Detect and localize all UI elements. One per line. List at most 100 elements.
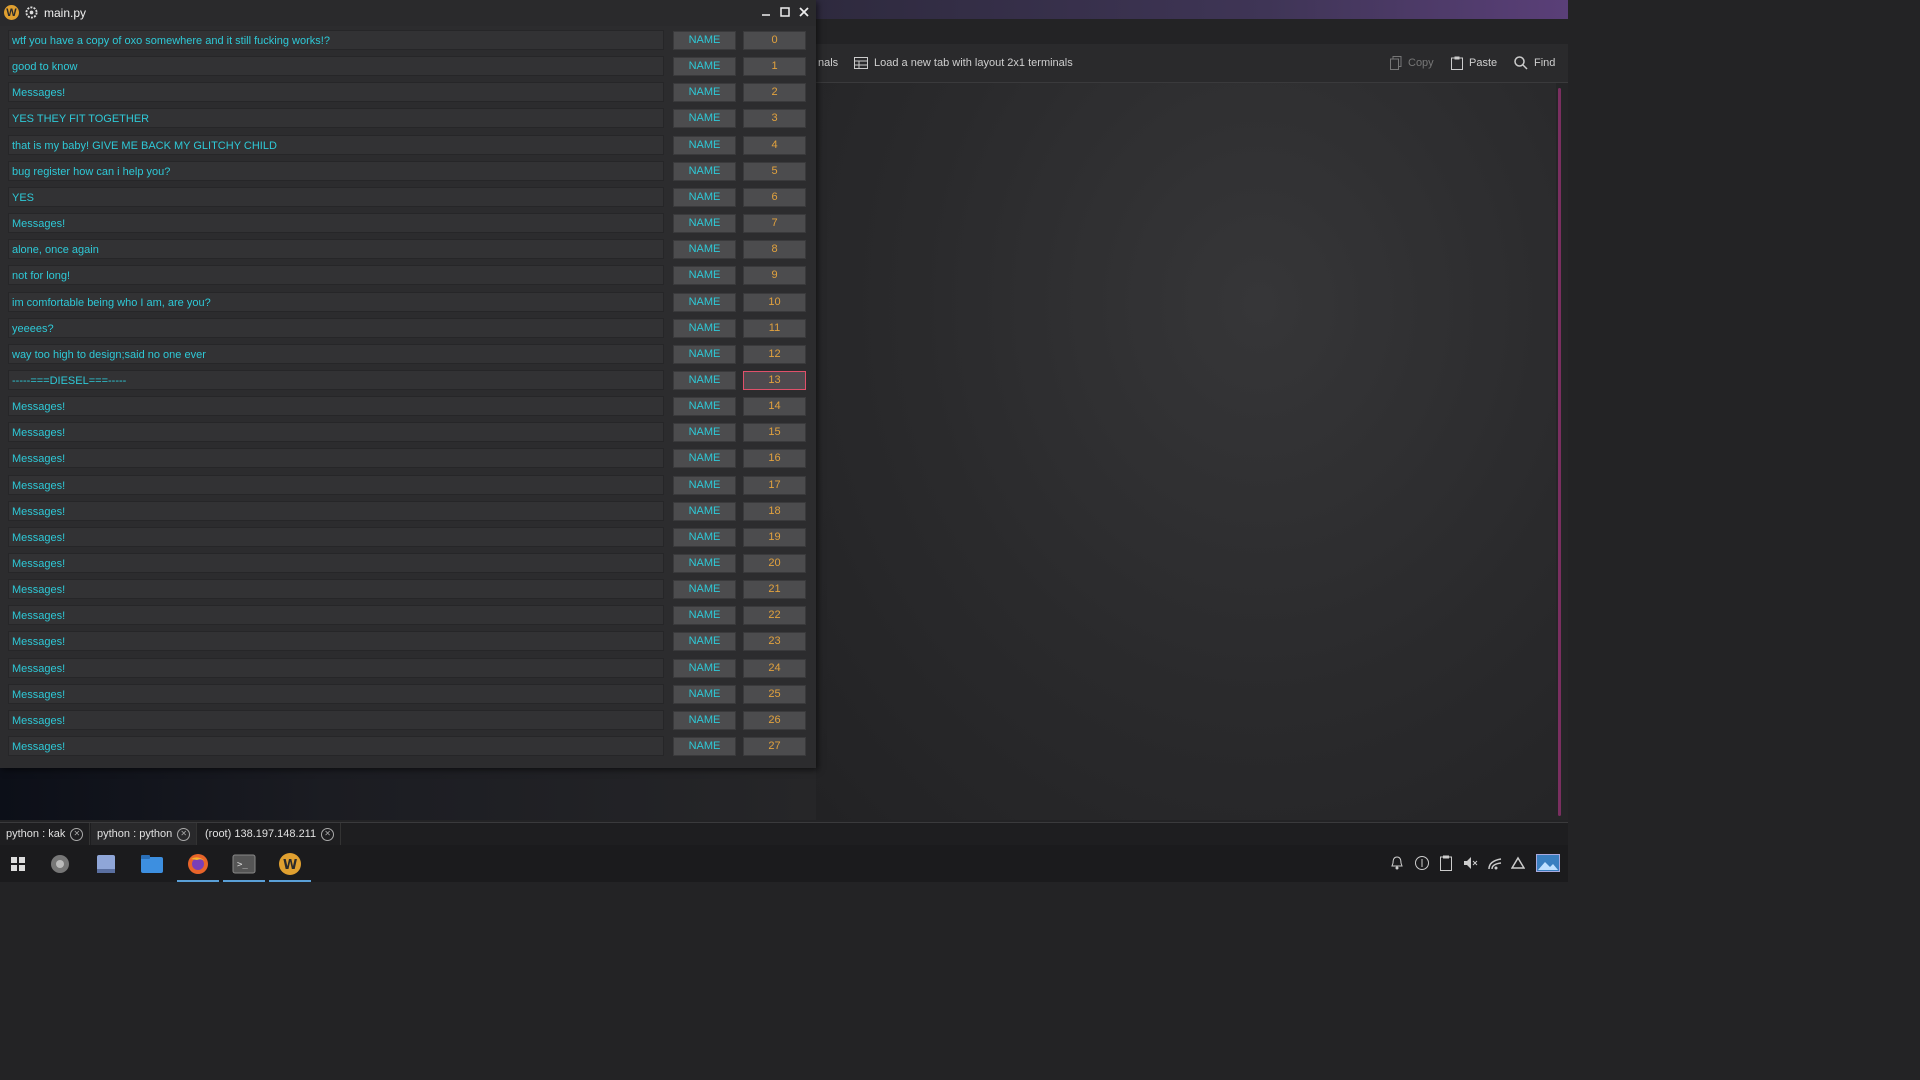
desktop-preview-icon[interactable] bbox=[1536, 854, 1560, 872]
tab-python-python[interactable]: python : python ✕ bbox=[91, 823, 198, 847]
name-button[interactable]: NAME bbox=[673, 83, 736, 103]
message-field[interactable]: Messages! bbox=[8, 82, 664, 103]
index-button[interactable]: 5 bbox=[743, 161, 806, 181]
terminal-scrollbar-thumb[interactable] bbox=[1558, 88, 1561, 816]
name-button[interactable]: NAME bbox=[673, 344, 736, 364]
name-button[interactable]: NAME bbox=[673, 292, 736, 312]
index-button[interactable]: 22 bbox=[743, 606, 806, 626]
tab-root-server[interactable]: (root) 138.197.148.211 ✕ bbox=[199, 823, 342, 845]
index-button[interactable]: 27 bbox=[743, 737, 806, 757]
index-button[interactable]: 10 bbox=[743, 292, 806, 312]
name-button[interactable]: NAME bbox=[673, 449, 736, 469]
name-button[interactable]: NAME bbox=[673, 554, 736, 573]
terminal-icon[interactable]: >_ bbox=[223, 850, 265, 882]
new-tab-layout-button[interactable]: Load a new tab with layout 2x1 terminals bbox=[854, 55, 1073, 71]
clipboard-icon[interactable] bbox=[1438, 855, 1454, 871]
message-field[interactable]: Messages! bbox=[8, 500, 664, 521]
notifications-icon[interactable] bbox=[1389, 855, 1405, 871]
index-button[interactable]: 23 bbox=[743, 632, 806, 652]
message-field[interactable]: Messages! bbox=[8, 448, 664, 469]
window-titlebar[interactable]: W main.py bbox=[0, 0, 816, 26]
name-button[interactable]: NAME bbox=[673, 187, 736, 207]
message-field[interactable]: way too high to design;said no one ever bbox=[8, 343, 664, 364]
index-button[interactable]: 12 bbox=[743, 344, 806, 364]
message-field[interactable]: alone, once again bbox=[8, 239, 664, 260]
index-button[interactable]: 11 bbox=[743, 318, 806, 338]
index-button[interactable]: 4 bbox=[743, 135, 806, 155]
name-button[interactable]: NAME bbox=[673, 161, 736, 181]
maximize-button[interactable] bbox=[778, 5, 792, 19]
message-field[interactable]: Messages! bbox=[8, 709, 664, 730]
settings-icon[interactable] bbox=[45, 850, 75, 878]
name-button[interactable]: NAME bbox=[673, 370, 736, 390]
name-button[interactable]: NAME bbox=[673, 240, 736, 260]
name-button[interactable]: NAME bbox=[673, 266, 736, 286]
minimize-button[interactable] bbox=[759, 5, 773, 19]
terminal-output-area[interactable] bbox=[816, 83, 1556, 820]
message-field[interactable]: Messages! bbox=[8, 657, 664, 678]
updates-icon[interactable] bbox=[1414, 855, 1430, 871]
message-field[interactable]: YES THEY FIT TOGETHER bbox=[8, 108, 664, 129]
index-button[interactable]: 2 bbox=[743, 83, 806, 103]
name-button[interactable]: NAME bbox=[673, 57, 736, 77]
message-field[interactable]: Messages! bbox=[8, 474, 664, 495]
name-button[interactable]: NAME bbox=[673, 109, 736, 129]
message-field[interactable]: Messages! bbox=[8, 683, 664, 704]
index-button[interactable]: 20 bbox=[743, 554, 806, 573]
message-field[interactable]: im comfortable being who I am, are you? bbox=[8, 291, 664, 312]
name-button[interactable]: NAME bbox=[673, 710, 736, 730]
index-button[interactable]: 8 bbox=[743, 240, 806, 260]
tab-python-kak[interactable]: python : kak ✕ bbox=[0, 823, 91, 845]
name-button[interactable]: NAME bbox=[673, 397, 736, 417]
index-button[interactable]: 18 bbox=[743, 501, 806, 521]
name-button[interactable]: NAME bbox=[673, 606, 736, 626]
index-button[interactable]: 9 bbox=[743, 266, 806, 286]
paste-button[interactable]: Paste bbox=[1451, 55, 1497, 71]
name-button[interactable]: NAME bbox=[673, 737, 736, 757]
index-button[interactable]: 16 bbox=[743, 449, 806, 469]
index-button[interactable]: 13 bbox=[743, 370, 806, 390]
name-button[interactable]: NAME bbox=[673, 580, 736, 600]
index-button[interactable]: 0 bbox=[743, 31, 806, 50]
toolbar-partial-item[interactable]: nals bbox=[818, 55, 838, 71]
message-field[interactable]: not for long! bbox=[8, 265, 664, 286]
name-button[interactable]: NAME bbox=[673, 475, 736, 495]
index-button[interactable]: 24 bbox=[743, 658, 806, 678]
start-menu-icon[interactable] bbox=[3, 850, 33, 878]
gear-icon[interactable] bbox=[25, 6, 38, 19]
message-field[interactable]: Messages! bbox=[8, 526, 664, 547]
message-field[interactable]: YES bbox=[8, 186, 664, 207]
close-icon[interactable]: ✕ bbox=[321, 827, 335, 841]
index-button[interactable]: 14 bbox=[743, 397, 806, 417]
name-button[interactable]: NAME bbox=[673, 632, 736, 652]
find-button[interactable]: Find bbox=[1514, 55, 1555, 71]
index-button[interactable]: 6 bbox=[743, 187, 806, 207]
message-field[interactable]: Messages! bbox=[8, 605, 664, 626]
message-field[interactable]: Messages! bbox=[8, 213, 664, 234]
message-field[interactable]: wtf you have a copy of oxo somewhere and… bbox=[8, 30, 664, 50]
close-icon[interactable]: ✕ bbox=[70, 827, 84, 841]
message-field[interactable]: -----===DIESEL===----- bbox=[8, 369, 664, 390]
firefox-icon[interactable] bbox=[177, 850, 219, 882]
message-field[interactable]: Messages! bbox=[8, 553, 664, 573]
name-button[interactable]: NAME bbox=[673, 31, 736, 50]
message-field[interactable]: Messages! bbox=[8, 736, 664, 757]
index-button[interactable]: 19 bbox=[743, 527, 806, 547]
index-button[interactable]: 7 bbox=[743, 214, 806, 234]
name-button[interactable]: NAME bbox=[673, 318, 736, 338]
app-w-icon[interactable]: W bbox=[269, 850, 311, 882]
volume-muted-icon[interactable] bbox=[1462, 855, 1478, 871]
name-button[interactable]: NAME bbox=[673, 527, 736, 547]
notes-icon[interactable] bbox=[91, 850, 121, 878]
name-button[interactable]: NAME bbox=[673, 501, 736, 521]
message-field[interactable]: Messages! bbox=[8, 396, 664, 417]
close-icon[interactable]: ✕ bbox=[177, 827, 191, 841]
index-button[interactable]: 1 bbox=[743, 57, 806, 77]
index-button[interactable]: 26 bbox=[743, 710, 806, 730]
name-button[interactable]: NAME bbox=[673, 658, 736, 678]
index-button[interactable]: 25 bbox=[743, 684, 806, 704]
message-field[interactable]: that is my baby! GIVE ME BACK MY GLITCHY… bbox=[8, 134, 664, 155]
index-button[interactable]: 17 bbox=[743, 475, 806, 495]
name-button[interactable]: NAME bbox=[673, 423, 736, 443]
index-button[interactable]: 3 bbox=[743, 109, 806, 129]
